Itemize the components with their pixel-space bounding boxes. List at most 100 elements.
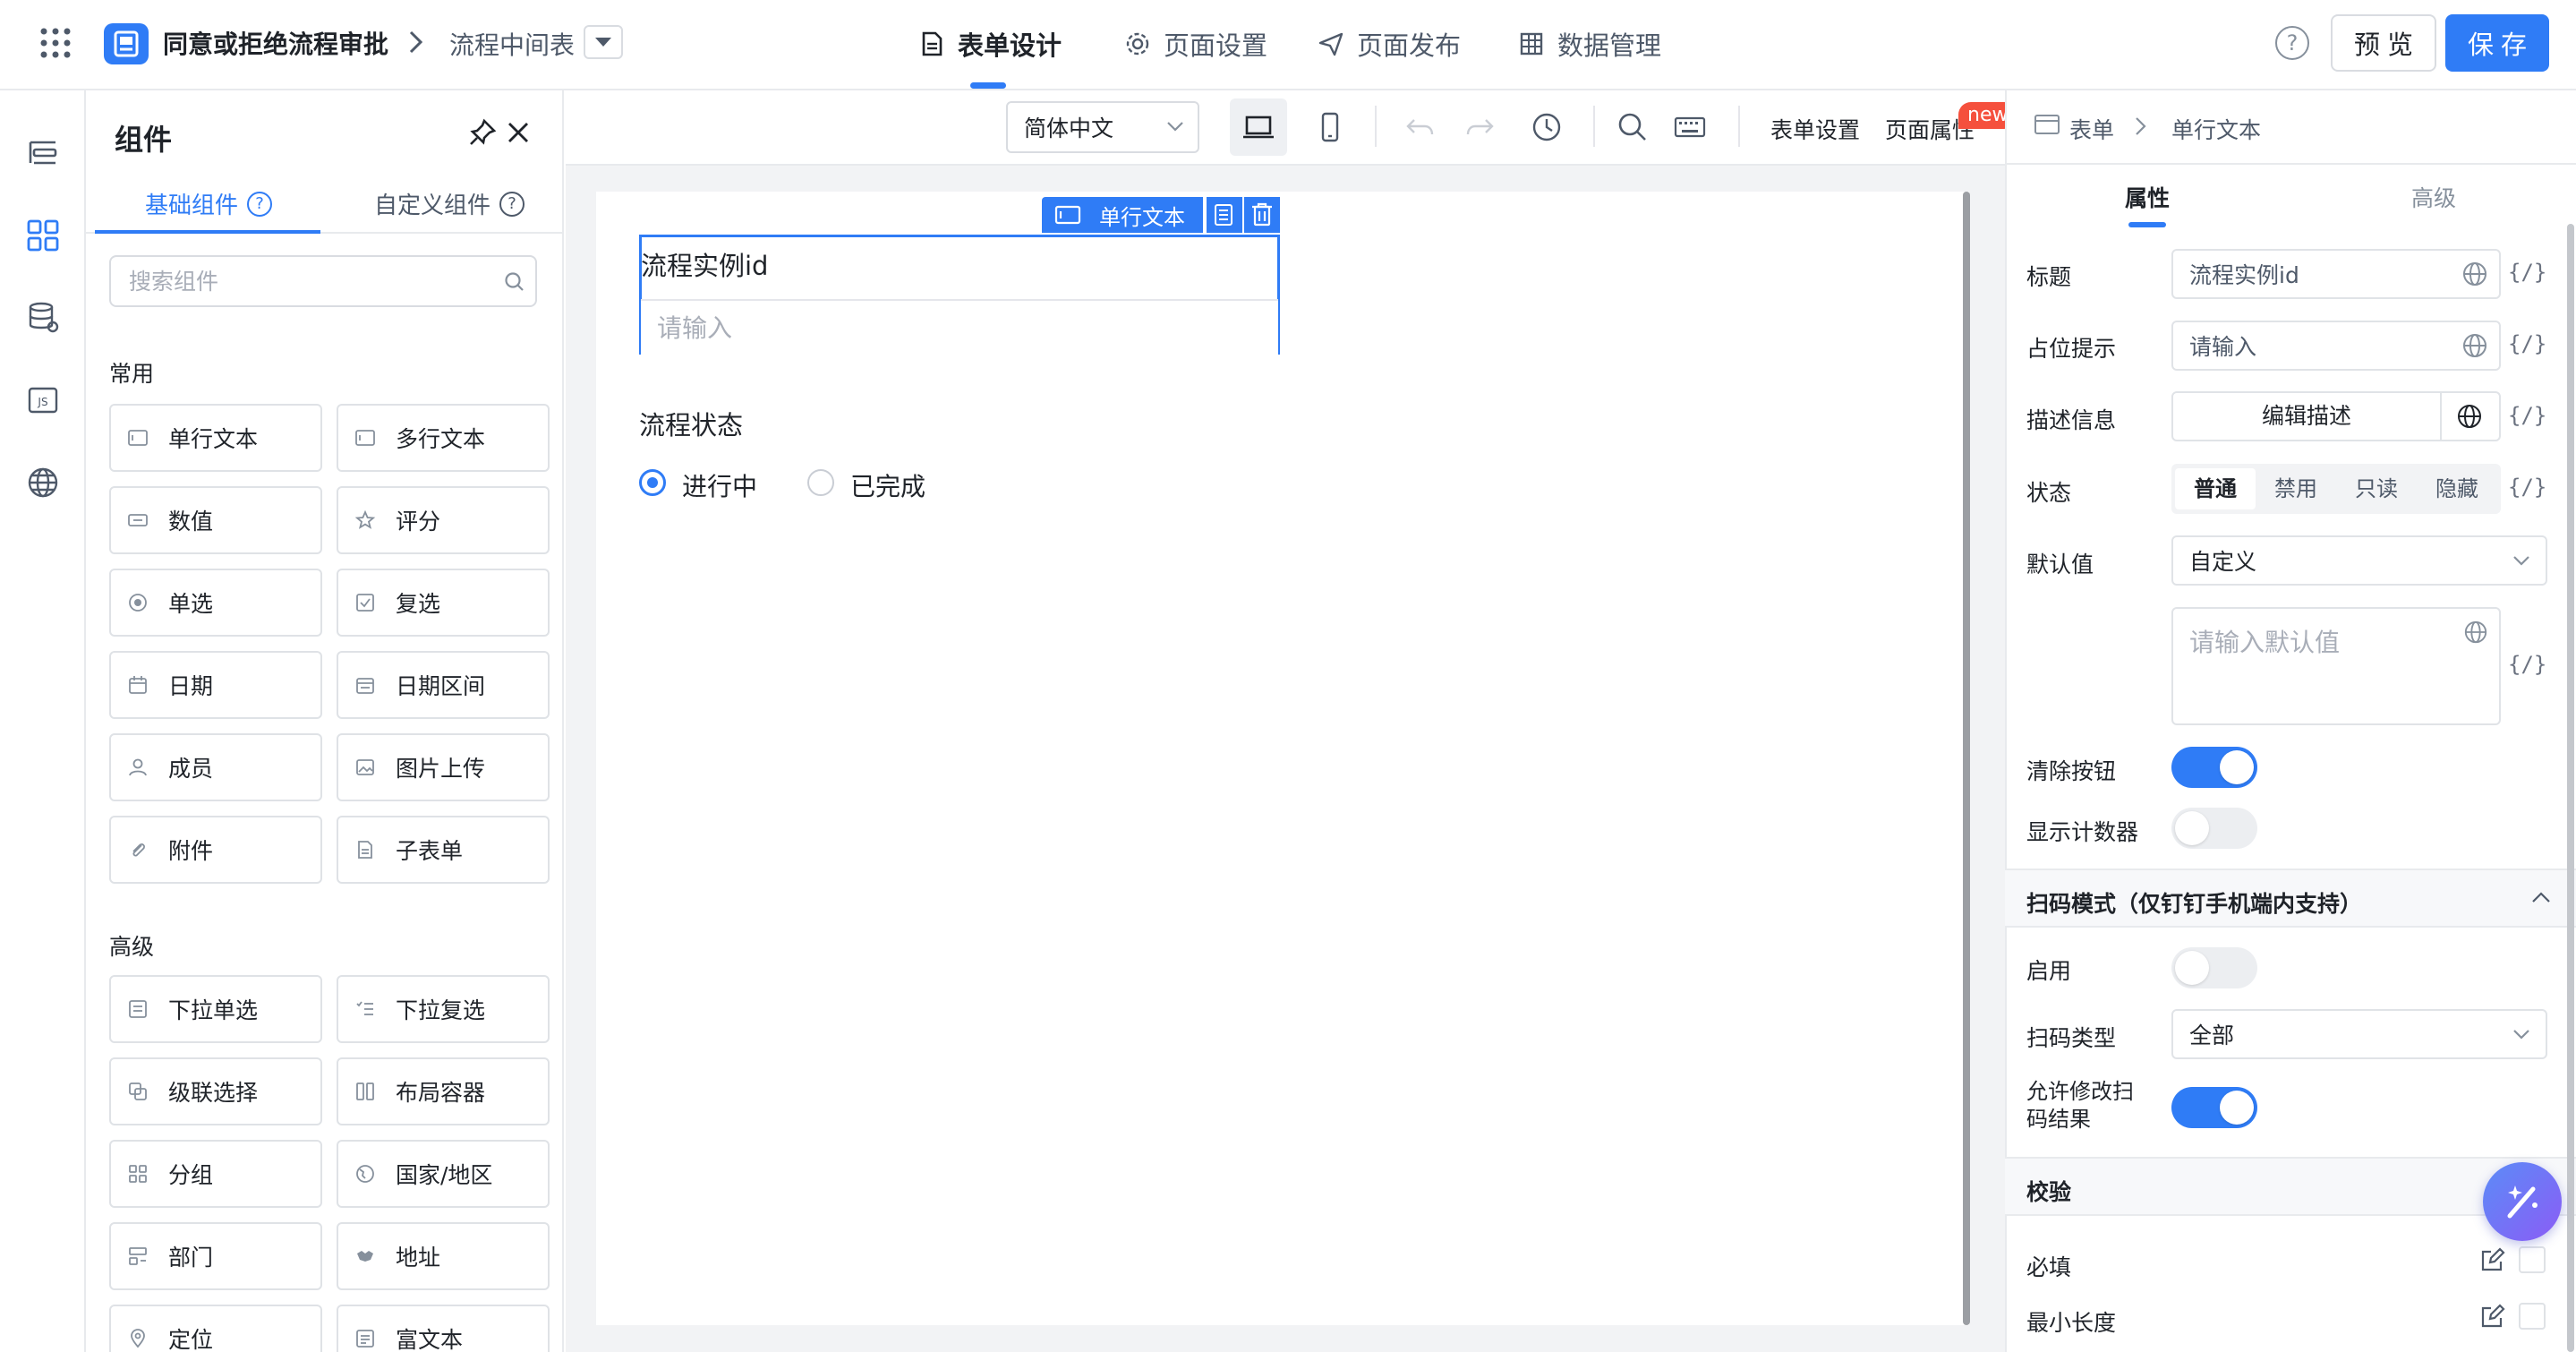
breadcrumb-dropdown-button[interactable] — [584, 25, 623, 59]
pin-icon[interactable] — [467, 117, 498, 148]
component-item[interactable]: 单行文本 — [109, 404, 322, 472]
preview-button[interactable]: 预 览 — [2331, 14, 2436, 72]
close-icon[interactable] — [503, 117, 533, 148]
component-search-input[interactable] — [109, 255, 537, 307]
globe-icon[interactable] — [25, 465, 61, 501]
placeholder-input[interactable]: 请输入 — [2171, 321, 2501, 371]
edit-icon[interactable] — [2479, 1303, 2506, 1330]
radio-in-progress[interactable] — [639, 469, 666, 496]
tab-data-management[interactable]: 数据管理 — [1518, 21, 1661, 66]
tab-page-settings[interactable]: 页面设置 — [1124, 21, 1267, 66]
search-icon[interactable] — [1615, 109, 1651, 145]
properties-scrollbar[interactable] — [2567, 224, 2574, 1352]
component-item[interactable]: 数值 — [109, 486, 322, 554]
component-item[interactable]: 多行文本 — [337, 404, 550, 472]
component-item[interactable]: 布局容器 — [337, 1057, 550, 1125]
component-item[interactable]: 下拉单选 — [109, 975, 322, 1043]
state-option-hidden[interactable]: 隐藏 — [2417, 468, 2497, 509]
divider — [2005, 163, 2576, 165]
edit-description-button[interactable]: 编辑描述 — [2171, 391, 2501, 441]
keyboard-icon[interactable] — [1672, 109, 1708, 145]
component-item[interactable]: 下拉复选 — [337, 975, 550, 1043]
radio-label-in-progress[interactable]: 进行中 — [682, 467, 757, 503]
component-item[interactable]: 成员 — [109, 733, 322, 801]
variable-binding-icon[interactable]: {/} — [2508, 331, 2546, 356]
default-mode-select[interactable]: 自定义 — [2171, 535, 2547, 586]
desktop-view-button[interactable] — [1230, 98, 1287, 156]
counter-toggle[interactable] — [2171, 808, 2257, 849]
component-item[interactable]: 富文本 — [337, 1305, 550, 1352]
variable-binding-icon[interactable]: {/} — [2508, 260, 2546, 285]
variable-binding-icon[interactable]: {/} — [2508, 403, 2546, 428]
scan-enable-toggle[interactable] — [2171, 947, 2257, 988]
form-settings-link[interactable]: 表单设置 — [1770, 113, 1860, 145]
component-item[interactable]: 定位 — [109, 1305, 322, 1352]
default-value-textarea[interactable] — [2171, 607, 2501, 725]
components-icon[interactable] — [25, 218, 61, 253]
breadcrumb-table[interactable]: 流程中间表 — [449, 26, 575, 62]
globe-icon[interactable] — [2456, 403, 2483, 430]
state-option-normal[interactable]: 普通 — [2175, 468, 2256, 509]
undo-icon[interactable] — [1402, 109, 1437, 145]
js-code-icon[interactable]: JS — [25, 382, 61, 418]
app-grid-icon[interactable] — [39, 27, 72, 59]
variable-binding-icon[interactable]: {/} — [2508, 475, 2546, 500]
mobile-view-icon[interactable] — [1312, 109, 1348, 145]
layout-icon — [356, 1082, 374, 1100]
component-item[interactable]: 子表单 — [337, 816, 550, 884]
scan-mode-section-header[interactable]: 扫码模式（仅钉钉手机端内支持） — [2005, 869, 2576, 928]
component-item[interactable]: 复选 — [337, 569, 550, 637]
scan-modify-toggle[interactable] — [2171, 1087, 2257, 1128]
tab-form-design[interactable]: 表单设计 — [918, 21, 1062, 66]
component-item[interactable]: 图片上传 — [337, 733, 550, 801]
copy-component-button[interactable] — [1207, 197, 1242, 233]
ai-assistant-button[interactable] — [2483, 1162, 2562, 1241]
component-item[interactable]: 日期区间 — [337, 651, 550, 719]
prop-label-scan-type: 扫码类型 — [2026, 1025, 2117, 1051]
component-item[interactable]: 评分 — [337, 486, 550, 554]
props-breadcrumb-form[interactable]: 表单 — [2069, 113, 2114, 145]
edit-icon[interactable] — [2479, 1246, 2506, 1273]
component-item[interactable]: 单选 — [109, 569, 322, 637]
tab-basic-components[interactable]: 基础组件? — [145, 187, 273, 220]
redo-icon[interactable] — [1463, 109, 1498, 145]
globe-icon[interactable] — [2461, 261, 2488, 287]
history-icon[interactable] — [1529, 109, 1565, 145]
outline-tree-icon[interactable] — [25, 135, 61, 171]
help-icon[interactable]: ? — [2275, 26, 2309, 60]
radio-completed[interactable] — [807, 469, 834, 496]
process-id-input[interactable] — [641, 299, 1278, 355]
app-title[interactable]: 同意或拒绝流程审批 — [163, 25, 388, 61]
search-icon[interactable] — [503, 270, 526, 294]
globe-icon[interactable] — [2463, 620, 2488, 645]
section-title-common: 常用 — [109, 361, 155, 387]
save-button[interactable]: 保 存 — [2445, 14, 2549, 72]
state-option-disabled[interactable]: 禁用 — [2256, 468, 2336, 509]
title-input[interactable]: 流程实例id — [2171, 249, 2501, 299]
component-item[interactable]: 国家/地区 — [337, 1140, 550, 1208]
tab-page-publish[interactable]: 页面发布 — [1318, 21, 1461, 66]
component-item[interactable]: 分组 — [109, 1140, 322, 1208]
data-source-icon[interactable] — [25, 300, 61, 336]
canvas-scrollbar[interactable] — [1963, 192, 1970, 1325]
globe-icon[interactable] — [2461, 332, 2488, 359]
component-item[interactable]: 级联选择 — [109, 1057, 322, 1125]
component-item[interactable]: 日期 — [109, 651, 322, 719]
required-checkbox[interactable] — [2519, 1246, 2546, 1273]
state-option-readonly[interactable]: 只读 — [2336, 468, 2417, 509]
selected-component-tag[interactable]: 单行文本 — [1042, 197, 1203, 233]
tab-advanced[interactable]: 高级 — [2411, 181, 2456, 213]
variable-binding-icon[interactable]: {/} — [2508, 652, 2546, 677]
component-item[interactable]: 地址 — [337, 1222, 550, 1290]
globe-icon — [356, 1165, 374, 1183]
tab-properties[interactable]: 属性 — [2125, 181, 2170, 213]
language-select[interactable]: 简体中文 — [1006, 101, 1199, 153]
component-item[interactable]: 附件 — [109, 816, 322, 884]
clear-button-toggle[interactable] — [2171, 747, 2257, 788]
component-item[interactable]: 部门 — [109, 1222, 322, 1290]
delete-component-button[interactable] — [1244, 197, 1280, 233]
min-length-checkbox[interactable] — [2519, 1303, 2546, 1330]
tab-custom-components[interactable]: 自定义组件? — [374, 187, 525, 220]
scan-type-select[interactable]: 全部 — [2171, 1009, 2547, 1059]
radio-label-completed[interactable]: 已完成 — [850, 467, 925, 503]
